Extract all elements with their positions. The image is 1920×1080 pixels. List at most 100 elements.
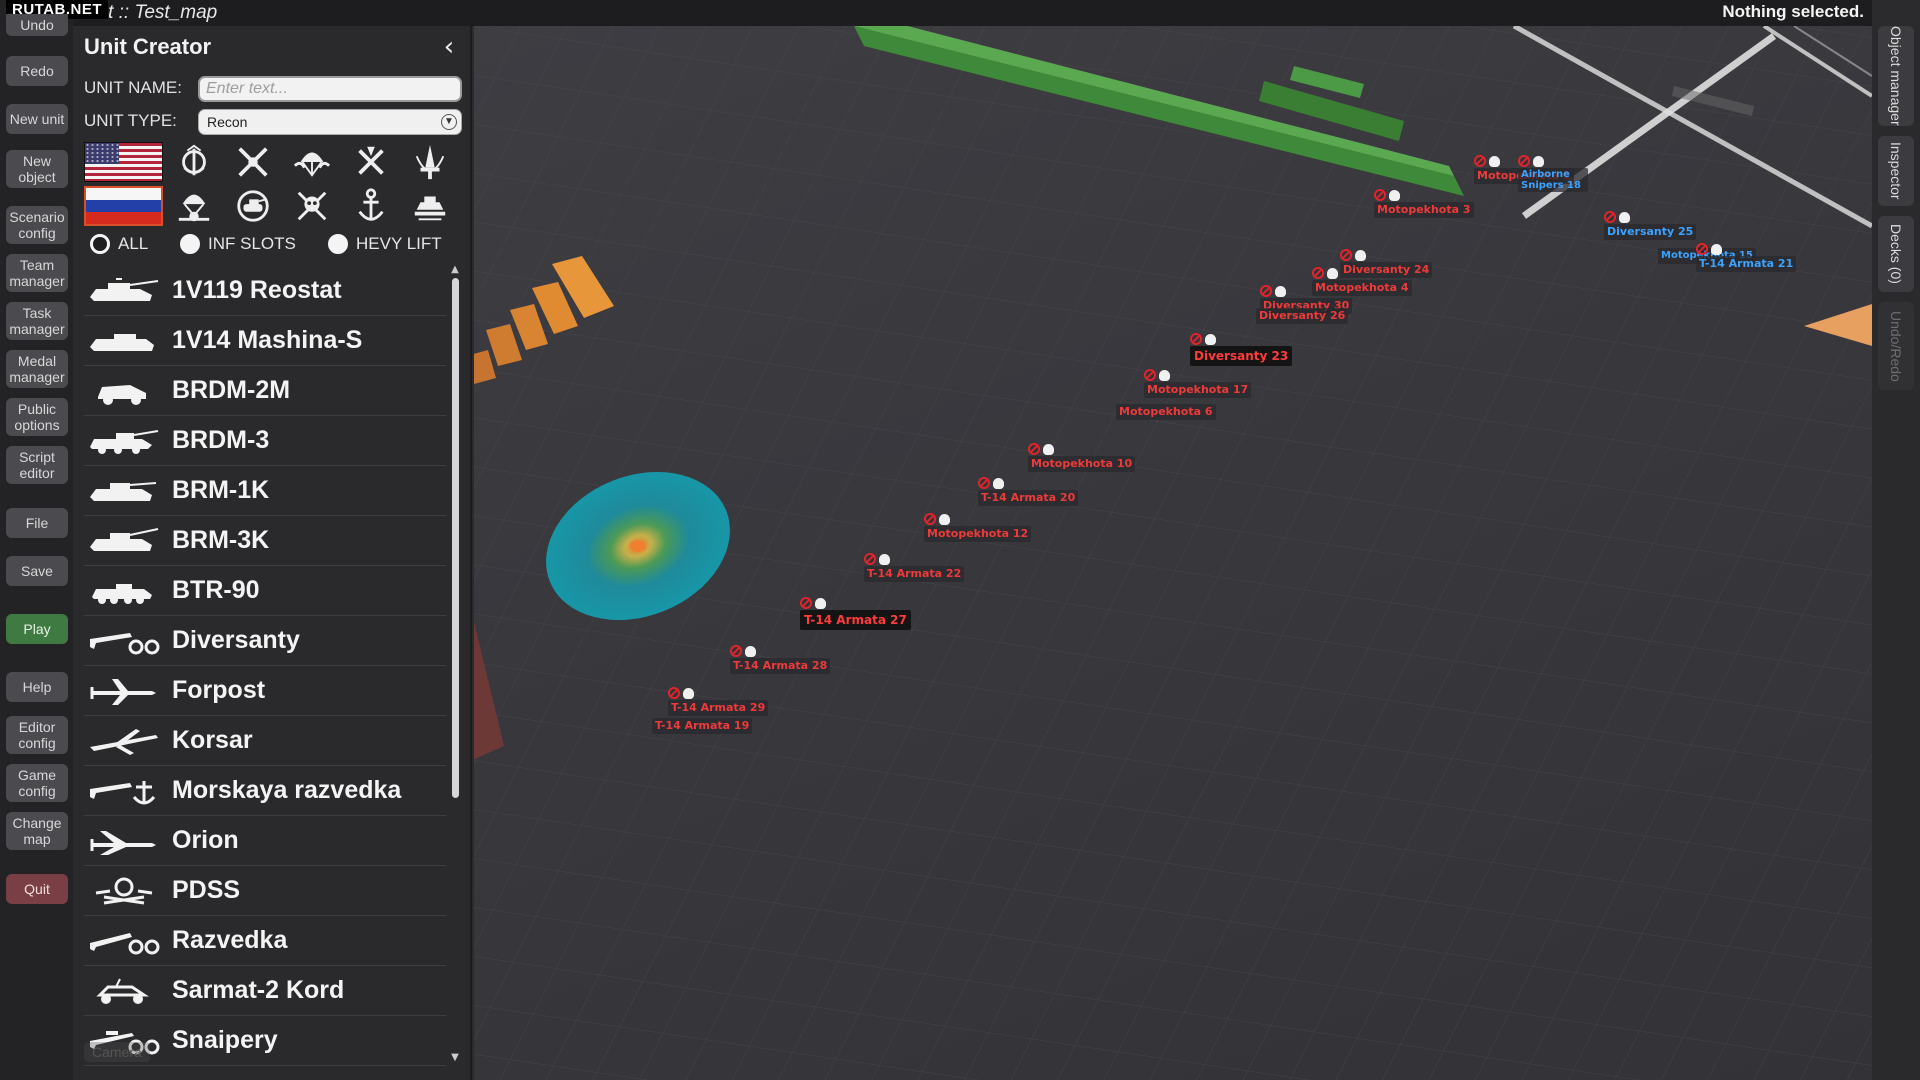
unit-name: BRM-3K — [172, 526, 270, 554]
unit-list-item[interactable]: 1V14 Mashina-S — [84, 316, 446, 366]
map-unit-marker[interactable]: Motopekhota 10 — [1028, 442, 1136, 472]
team-manager-button[interactable]: Team manager — [6, 254, 68, 292]
quit-button[interactable]: Quit — [6, 874, 68, 904]
armored-vehicle-emblem-icon[interactable] — [408, 186, 452, 226]
skull-icon — [879, 553, 890, 565]
globe-anchor-emblem-icon[interactable] — [172, 142, 216, 182]
editor-config-button[interactable]: Editor config — [6, 716, 68, 754]
crossed-swords-emblem-icon[interactable] — [231, 142, 275, 182]
no-entry-icon — [864, 553, 876, 565]
unit-list-item[interactable]: BRM-1K — [84, 466, 446, 516]
task-manager-button[interactable]: Task manager — [6, 302, 68, 340]
map-unit-marker-highlighted[interactable]: Diversanty 23 — [1190, 332, 1293, 366]
russia-flag-icon[interactable] — [84, 186, 163, 226]
scenario-config-button[interactable]: Scenario config — [6, 206, 68, 244]
collapse-panel-chevron-icon[interactable]: ‹ — [436, 32, 462, 62]
tab-label: Undo/Redo — [1888, 310, 1904, 382]
tab-decks[interactable]: Decks (0) — [1878, 216, 1914, 292]
unit-list-item[interactable]: Morskaya razvedka — [84, 766, 446, 816]
map-unit-marker[interactable]: Airborne Snipers 18 — [1518, 154, 1588, 192]
unit-list-item[interactable]: BRDM-3 — [84, 416, 446, 466]
map-unit-marker[interactable]: T-14 Armata 22 — [864, 552, 965, 582]
unit-list-item[interactable]: PDSS — [84, 866, 446, 916]
unit-list-item[interactable]: Razvedka — [84, 916, 446, 966]
map-unit-marker[interactable]: Motopekhota 12 — [924, 512, 1032, 542]
tab-undo-redo[interactable]: Undo/Redo — [1878, 302, 1914, 390]
map-unit-marker[interactable]: Diversanty 26 — [1256, 308, 1349, 324]
unit-list-item[interactable]: Orion — [84, 816, 446, 866]
us-flag-icon[interactable] — [84, 142, 163, 182]
unit-list-item[interactable]: 1V119 Reostat — [84, 266, 446, 316]
unit-list-item[interactable]: Forpost — [84, 666, 446, 716]
medal-manager-button[interactable]: Medal manager — [6, 350, 68, 388]
skull-icon — [1619, 211, 1630, 223]
map-unit-marker[interactable]: T-14 Armata 28 — [730, 644, 831, 674]
map-unit-label: T-14 Armata 19 — [652, 718, 753, 734]
play-button[interactable]: Play — [6, 614, 68, 644]
scroll-down-icon[interactable]: ▼ — [449, 1052, 461, 1064]
scroll-up-icon[interactable]: ▲ — [449, 264, 461, 276]
script-editor-button[interactable]: Script editor — [6, 446, 68, 484]
map-unit-marker[interactable]: T-14 Armata 19 — [652, 718, 753, 734]
unit-name: 1V119 Reostat — [172, 276, 342, 304]
rifle-binoculars-icon — [84, 621, 164, 661]
map-unit-marker[interactable]: Motopekhota 17 — [1144, 368, 1252, 398]
unit-list-item[interactable]: BTR-90 — [84, 566, 446, 616]
skull-icon — [1489, 155, 1500, 167]
map-unit-marker[interactable]: Diversanty 25 — [1604, 210, 1697, 240]
map-unit-marker-highlighted[interactable]: T-14 Armata 27 — [800, 596, 911, 630]
new-unit-button[interactable]: New unit — [6, 104, 68, 134]
unit-list-item[interactable]: Diversanty — [84, 616, 446, 666]
unit-name: Forpost — [172, 676, 266, 704]
buggy-icon — [84, 971, 164, 1011]
map-viewport[interactable]: Motopekhota 1 Motopekhota 3 Diversanty 2… — [474, 26, 1872, 1080]
editor-root: Motopekhota 1 Motopekhota 3 Diversanty 2… — [0, 0, 1920, 1080]
game-config-button[interactable]: Game config — [6, 764, 68, 802]
drone-icon — [84, 821, 164, 861]
map-unit-marker[interactable]: T-14 Armata 20 — [978, 476, 1079, 506]
save-button[interactable]: Save — [6, 556, 68, 586]
map-unit-label: T-14 Armata 21 — [1696, 256, 1797, 272]
map-unit-marker[interactable]: T-14 Armata 29 — [668, 686, 769, 716]
unit-list-item[interactable]: BRM-3K — [84, 516, 446, 566]
change-map-button[interactable]: Change map — [6, 812, 68, 850]
radio-unselected-icon — [328, 234, 348, 254]
map-unit-marker[interactable]: Motopekhota 3 — [1374, 188, 1474, 218]
anchor-emblem-icon[interactable] — [349, 186, 393, 226]
dagger-emblem-icon[interactable] — [408, 142, 452, 182]
skull-icon — [1275, 285, 1286, 297]
tab-inspector[interactable]: Inspector — [1878, 136, 1914, 206]
map-unit-label: Motopekhota 3 — [1374, 202, 1474, 218]
unit-list-item[interactable]: Sarmat-2 Kord — [84, 966, 446, 1016]
unit-name-input[interactable] — [198, 76, 462, 102]
unit-name: BTR-90 — [172, 576, 260, 604]
unit-list-item[interactable]: BRDM-2M — [84, 366, 446, 416]
public-options-button[interactable]: Public options — [6, 398, 68, 436]
unit-type-select[interactable]: Recon ▼ — [198, 109, 462, 135]
no-entry-icon — [1604, 211, 1616, 223]
scroll-thumb[interactable] — [452, 278, 459, 798]
parachute-star-emblem-icon[interactable] — [172, 186, 216, 226]
tab-object-manager[interactable]: Object manager — [1878, 26, 1914, 126]
map-unit-marker[interactable]: T-14 Armata 21 — [1696, 242, 1797, 272]
rifle-binoculars-icon — [84, 921, 164, 961]
filter-inf-slots-radio[interactable]: INF SLOTS — [180, 234, 296, 254]
parachute-wings-emblem-icon[interactable] — [290, 142, 334, 182]
help-button[interactable]: Help — [6, 672, 68, 702]
undo-button[interactable]: Undo — [6, 14, 68, 36]
no-entry-icon — [1474, 155, 1486, 167]
skull-crossed-knives-emblem-icon[interactable] — [290, 186, 334, 226]
unit-list-item[interactable]: Korsar — [84, 716, 446, 766]
crossed-rifles-emblem-icon[interactable] — [349, 142, 393, 182]
unit-list-scrollbar[interactable]: ▲ ▼ — [449, 264, 461, 1064]
filter-label: HEVY LIFT — [356, 234, 442, 253]
file-button[interactable]: File — [6, 508, 68, 538]
wheeled-vehicle-icon — [84, 371, 164, 411]
redo-button[interactable]: Redo — [6, 56, 68, 86]
filter-all-radio[interactable]: ALL — [90, 234, 148, 254]
unit-list[interactable]: 1V119 Reostat 1V14 Mashina-S BRDM-2M BRD… — [84, 266, 446, 1066]
map-unit-marker[interactable]: Motopekhota 6 — [1116, 404, 1216, 420]
filter-hevy-lift-radio[interactable]: HEVY LIFT — [328, 234, 442, 254]
tank-wreath-emblem-icon[interactable] — [231, 186, 275, 226]
new-object-button[interactable]: New object — [6, 150, 68, 188]
